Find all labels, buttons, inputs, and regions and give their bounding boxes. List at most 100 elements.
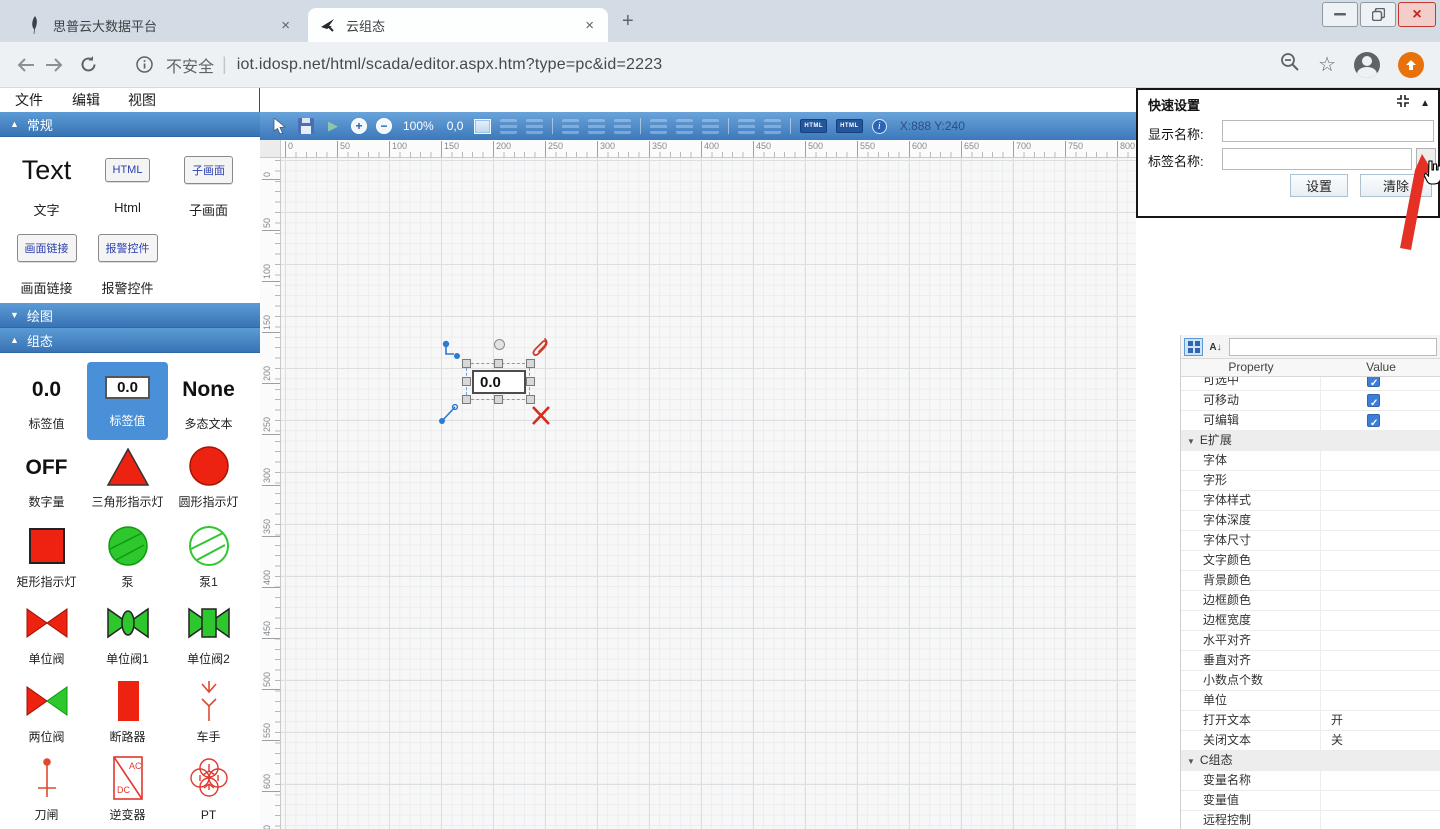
property-value[interactable]: 开 xyxy=(1321,711,1440,731)
menu-view[interactable]: 视图 xyxy=(128,90,156,110)
resize-handle-w[interactable] xyxy=(462,377,471,386)
tab-close-icon[interactable]: × xyxy=(585,17,594,34)
checkbox-checked-icon[interactable] xyxy=(1367,377,1380,387)
property-row[interactable]: 垂直对齐 xyxy=(1181,651,1440,671)
property-value[interactable] xyxy=(1321,811,1440,829)
property-row[interactable]: 打开文本开 xyxy=(1181,711,1440,731)
palette-item-valve1[interactable]: 单位阀1 xyxy=(87,600,168,666)
property-row[interactable]: 字体样式 xyxy=(1181,491,1440,511)
resize-handle-sw[interactable] xyxy=(462,395,471,404)
palette-item-handcart[interactable]: 车手 xyxy=(168,678,249,744)
property-value[interactable] xyxy=(1321,671,1440,691)
palette-item-pump1[interactable]: 泵1 xyxy=(168,523,249,589)
html-preview-icon[interactable]: HTML xyxy=(836,119,863,133)
palette-item-inverter[interactable]: ACDC 逆变器 xyxy=(87,756,168,822)
property-row[interactable]: 边框宽度 xyxy=(1181,611,1440,631)
property-value[interactable] xyxy=(1321,411,1440,431)
property-row[interactable]: 单位 xyxy=(1181,691,1440,711)
resize-handle-nw[interactable] xyxy=(462,359,471,368)
palette-item-alarm-widget[interactable]: 报警控件 报警控件 xyxy=(87,226,168,297)
palette-item-valve2[interactable]: 单位阀2 xyxy=(168,600,249,666)
palette-item-pt[interactable]: PT xyxy=(168,756,249,822)
palette-item-knife-switch[interactable]: 刀闸 xyxy=(6,756,87,822)
set-button[interactable]: 设置 xyxy=(1290,174,1348,197)
zoom-out-page-icon[interactable] xyxy=(1280,52,1300,77)
property-category-row[interactable]: ▼E扩展 xyxy=(1181,431,1440,451)
run-icon[interactable]: ▶ xyxy=(324,117,342,135)
align-center-icon[interactable] xyxy=(588,119,605,134)
menu-file[interactable]: 文件 xyxy=(15,90,43,110)
property-value[interactable] xyxy=(1321,511,1440,531)
property-value[interactable] xyxy=(1321,771,1440,791)
property-row[interactable]: 远程控制 xyxy=(1181,811,1440,829)
select-cursor-icon[interactable] xyxy=(270,117,288,135)
palette-item-rect-indicator[interactable]: 矩形指示灯 xyxy=(6,523,87,589)
tab-close-icon[interactable]: × xyxy=(281,17,290,34)
forward-icon[interactable] xyxy=(40,51,68,79)
palette-item-breaker[interactable]: 断路器 xyxy=(87,678,168,744)
distribute-vertical-icon[interactable] xyxy=(764,119,781,134)
palette-item-valve[interactable]: 单位阀 xyxy=(6,600,87,666)
connector-anchor-icon[interactable] xyxy=(441,340,463,367)
align-middle-icon[interactable] xyxy=(676,119,693,134)
section-header-drawing[interactable]: ▼ 绘图 xyxy=(0,303,260,328)
copy-icon[interactable] xyxy=(500,119,517,134)
property-row[interactable]: 字体尺寸 xyxy=(1181,531,1440,551)
resize-handle-se[interactable] xyxy=(526,395,535,404)
property-row[interactable]: 变量值 xyxy=(1181,791,1440,811)
categorized-view-icon[interactable] xyxy=(1184,338,1203,356)
property-row[interactable]: 背景颜色 xyxy=(1181,571,1440,591)
align-right-icon[interactable] xyxy=(614,119,631,134)
url-text[interactable]: iot.idosp.net/html/scada/editor.aspx.htm… xyxy=(237,56,663,74)
collapse-arrow-icon[interactable]: ▼ xyxy=(1187,437,1195,446)
palette-item-label-value[interactable]: 0.0 标签值 xyxy=(6,365,87,431)
palette-item-multistate-text[interactable]: None 多态文本 xyxy=(168,365,249,431)
window-restore-button[interactable] xyxy=(1360,2,1396,27)
reload-icon[interactable] xyxy=(74,51,102,79)
delete-x-icon[interactable] xyxy=(530,405,552,431)
design-canvas[interactable]: 0.0 xyxy=(281,158,1136,829)
display-name-input[interactable] xyxy=(1222,120,1434,142)
browser-update-icon[interactable] xyxy=(1398,52,1424,78)
palette-item-label-value-boxed[interactable]: 0.0 标签值 xyxy=(87,362,168,440)
dock-icon[interactable] xyxy=(1396,94,1410,113)
sort-alphabetical-icon[interactable]: A↓ xyxy=(1206,338,1225,356)
checkbox-checked-icon[interactable] xyxy=(1367,414,1380,427)
property-row[interactable]: 字体深度 xyxy=(1181,511,1440,531)
property-row[interactable]: 边框颜色 xyxy=(1181,591,1440,611)
property-value[interactable] xyxy=(1321,611,1440,631)
property-value[interactable] xyxy=(1321,377,1440,391)
back-icon[interactable] xyxy=(12,51,40,79)
window-close-button[interactable]: × xyxy=(1398,2,1436,27)
checkbox-checked-icon[interactable] xyxy=(1367,394,1380,407)
window-minimize-button[interactable] xyxy=(1322,2,1358,27)
palette-item-circle-indicator[interactable]: 圆形指示灯 xyxy=(168,443,249,509)
resize-handle-n[interactable] xyxy=(494,359,503,368)
property-category-row[interactable]: ▼C组态 xyxy=(1181,751,1440,771)
property-row[interactable]: 可移动 xyxy=(1181,391,1440,411)
collapse-panel-icon[interactable]: ▲ xyxy=(1420,98,1430,109)
zoom-in-icon[interactable]: + xyxy=(351,118,367,134)
profile-avatar-icon[interactable] xyxy=(1354,52,1380,78)
paperclip-icon[interactable] xyxy=(531,336,551,367)
property-value[interactable] xyxy=(1321,791,1440,811)
section-header-general[interactable]: ▲ 常规 xyxy=(0,112,260,137)
palette-item-pump[interactable]: 泵 xyxy=(87,523,168,589)
property-value[interactable]: 关 xyxy=(1321,731,1440,751)
line-tool-anchor-icon[interactable] xyxy=(438,403,460,430)
property-row[interactable]: 可选中 xyxy=(1181,377,1440,391)
property-value[interactable] xyxy=(1321,551,1440,571)
property-value[interactable] xyxy=(1321,651,1440,671)
browser-address-bar[interactable]: 不安全 | iot.idosp.net/html/scada/editor.as… xyxy=(0,42,1440,88)
collapse-arrow-icon[interactable]: ▼ xyxy=(1187,757,1195,766)
property-value[interactable] xyxy=(1321,631,1440,651)
browser-tab-scada[interactable]: 云组态 × xyxy=(308,8,608,42)
property-row[interactable]: 文字颜色 xyxy=(1181,551,1440,571)
property-row[interactable]: 字形 xyxy=(1181,471,1440,491)
property-row[interactable]: 可编辑 xyxy=(1181,411,1440,431)
new-tab-button[interactable]: + xyxy=(622,8,634,34)
info-icon[interactable]: i xyxy=(872,119,887,134)
palette-item-html[interactable]: HTML Html xyxy=(87,148,168,215)
resize-handle-s[interactable] xyxy=(494,395,503,404)
info-circle-icon[interactable] xyxy=(130,51,158,79)
